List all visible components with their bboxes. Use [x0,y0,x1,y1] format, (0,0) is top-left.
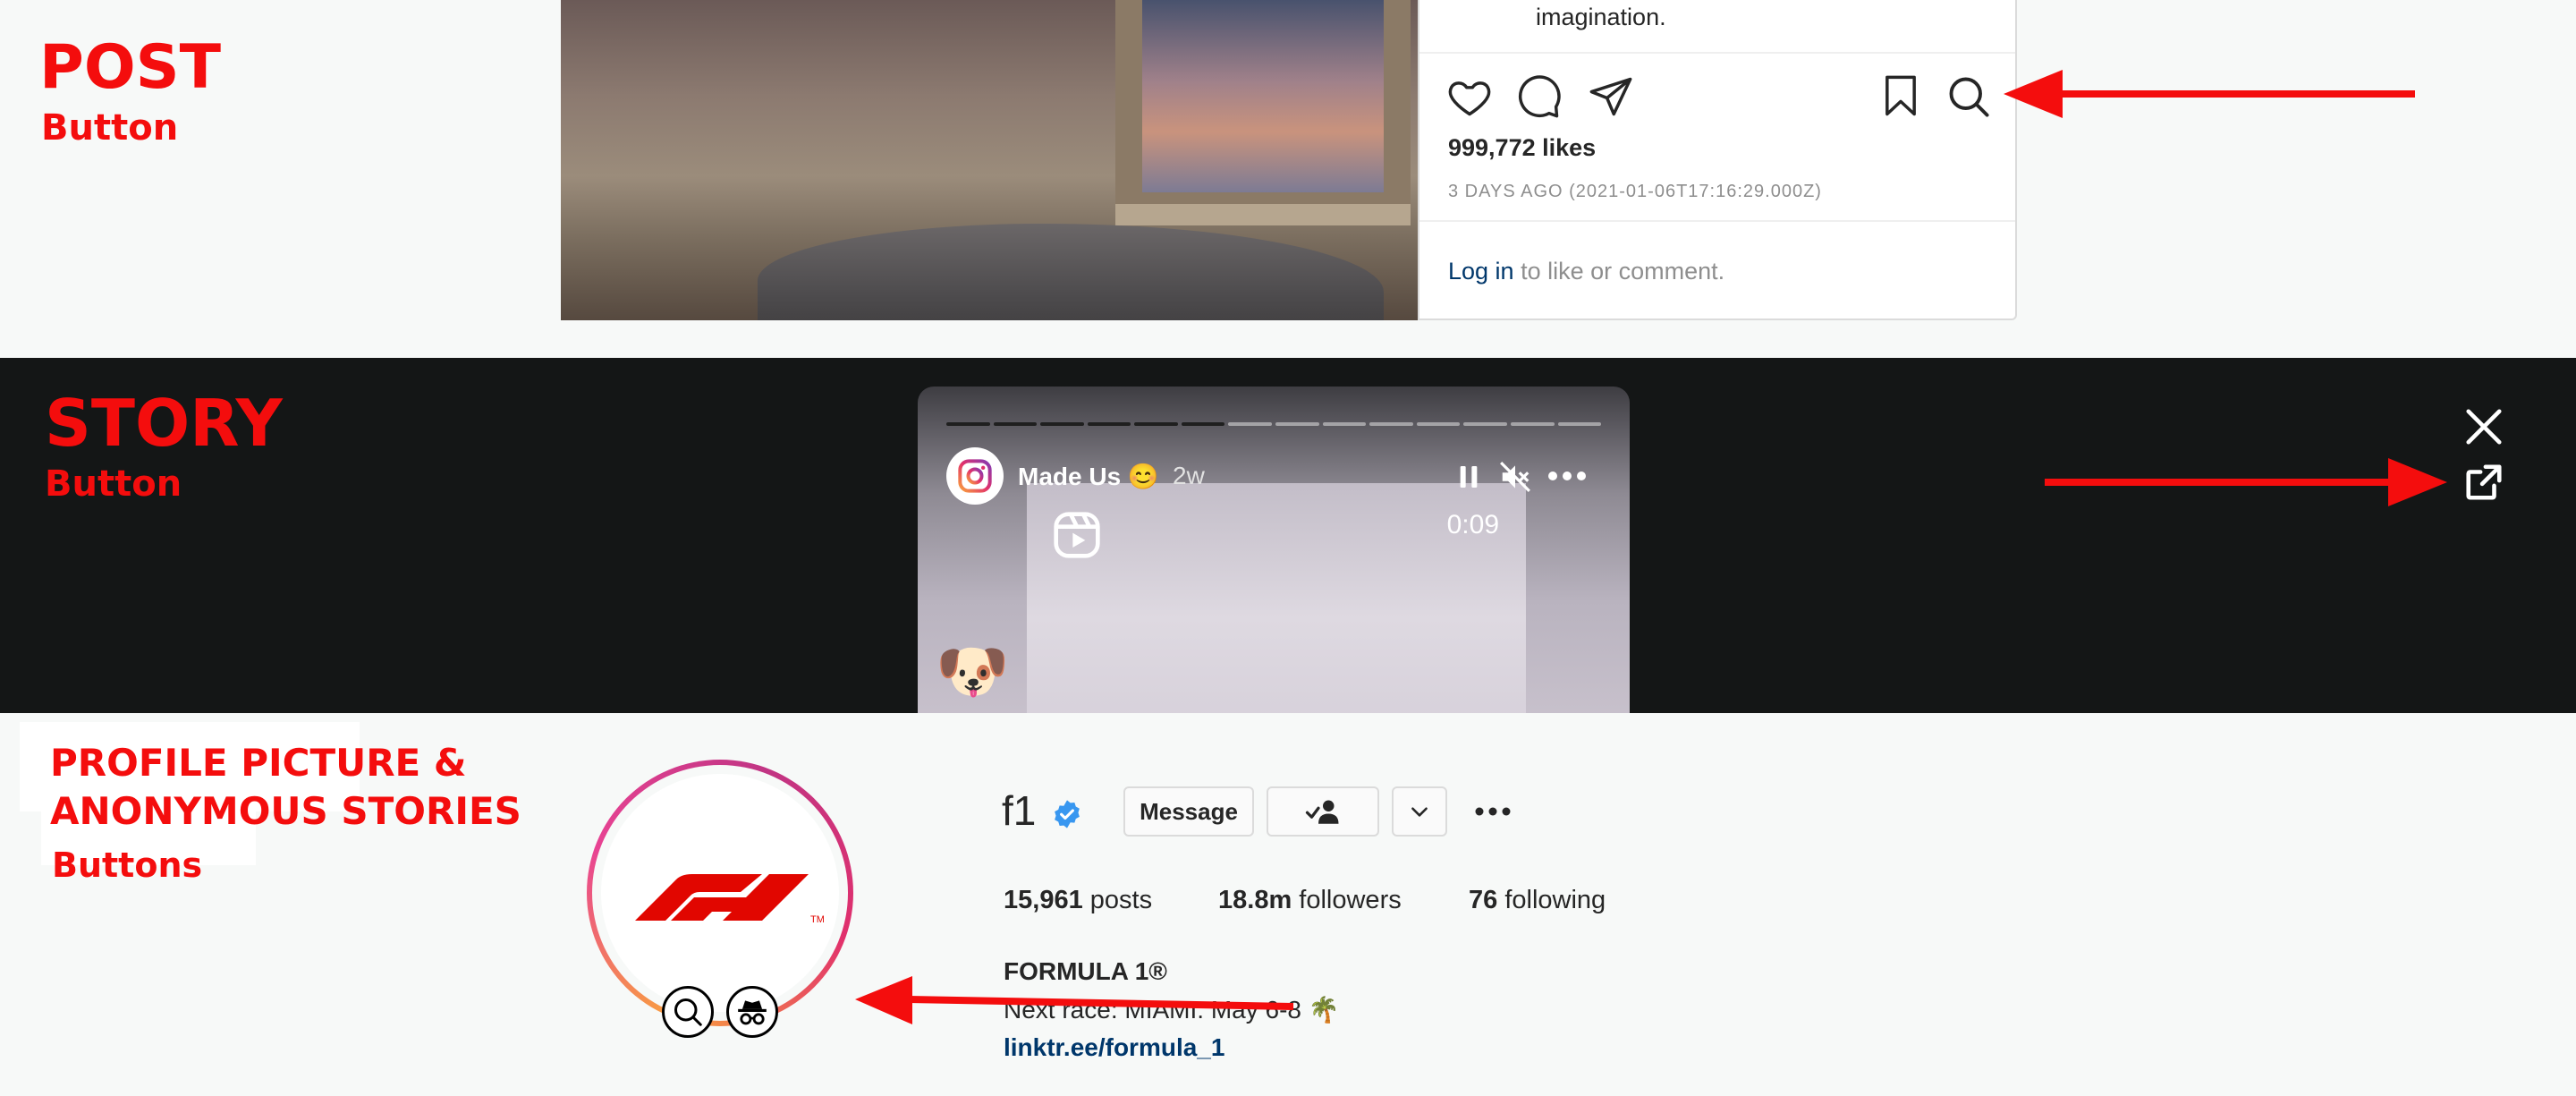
search-icon [674,998,702,1026]
bio-link[interactable]: linktr.ee/formula_1 [1004,1033,1224,1062]
likes-count[interactable]: 999,772 likes [1448,134,1596,162]
story-section: STORY Button 0:09 Made Us 😊 2w 🐶 [0,358,2576,713]
post-section: POST Button imagination. 999,772 likes 3… [0,0,2576,358]
login-link[interactable]: Log in [1448,258,1514,285]
posts-count-value: 15,961 [1004,886,1083,914]
story-progress-segment [993,422,1038,426]
profile-username: f1 [1002,787,1037,834]
chevron-down-icon [1411,807,1428,817]
post-annotation-title: POST [39,32,222,103]
annotation-arrow [855,976,1293,1024]
followers-count[interactable]: 18.8m followers [1218,886,1402,915]
following-button[interactable] [1267,786,1379,837]
post-annotation-subtitle: Button [41,107,179,149]
story-progress-segment [1228,422,1273,426]
following-count-value: 76 [1469,886,1498,914]
story-video[interactable]: 0:09 [1027,483,1526,713]
video-duration: 0:09 [1446,510,1499,540]
message-button[interactable]: Message [1123,786,1254,837]
comment-icon[interactable] [1516,73,1563,120]
instagram-icon [958,459,992,493]
following-count-label: following [1497,886,1606,914]
close-icon[interactable] [2463,406,2504,447]
profile-annotation-line1: PROFILE PICTURE & [50,741,467,785]
reels-icon [1054,512,1100,558]
window-illustration [1115,0,1411,225]
bookmark-icon[interactable] [1877,73,1924,120]
incognito-icon [738,1000,767,1025]
following-icon [1305,800,1339,824]
post-caption: imagination. [1536,4,1666,30]
view-profile-picture-button[interactable] [662,986,714,1038]
profile-picture-ring: TM [587,760,853,1026]
post-panel: imagination. 999,772 likes 3 DAYS AGO (2… [1418,0,2017,320]
story-progress-segment [1275,422,1319,426]
annotation-arrow [2004,70,2415,118]
divider [1419,220,2015,222]
profile-annotation-line2: ANONYMOUS STORIES [50,789,521,833]
search-icon[interactable] [1945,73,1992,120]
anonymous-stories-button[interactable] [726,986,778,1038]
verified-icon [1055,800,1080,828]
story-progress-segment [1087,422,1131,426]
divider [1419,52,2015,54]
followers-count-value: 18.8m [1218,886,1292,914]
bed-illustration [758,224,1384,320]
story-viewer[interactable]: 0:09 Made Us 😊 2w 🐶 [918,387,1630,713]
pause-icon[interactable] [1454,462,1483,492]
profile-picture[interactable]: TM [601,774,839,1012]
login-prompt: Log in to like or comment. [1448,258,1724,285]
more-icon[interactable] [1474,803,1512,820]
login-prompt-text: to like or comment. [1513,258,1725,285]
story-avatar[interactable] [946,447,1004,505]
story-progress-segment [1369,422,1413,426]
more-icon[interactable] [1546,467,1589,485]
mute-icon[interactable] [1497,460,1533,494]
posts-count-label: posts [1082,886,1153,914]
external-link-icon[interactable] [2463,462,2504,503]
followers-count-label: followers [1292,886,1402,914]
post-timestamp: 3 DAYS AGO (2021-01-06T17:16:29.000Z) [1448,182,1822,201]
svg-text:TM: TM [810,914,825,925]
story-annotation-subtitle: Button [45,463,182,505]
story-username[interactable]: Made Us 😊 [1018,462,1159,491]
post-image[interactable] [561,0,1418,320]
story-progress-segment [1416,422,1461,426]
story-progress-segment [946,422,990,426]
story-age: 2w [1173,462,1205,489]
story-progress-segment [1322,422,1367,426]
share-icon[interactable] [1588,73,1634,120]
story-progress-segment [1040,422,1084,426]
story-progress-bar [946,422,1602,428]
story-annotation-title: STORY [45,386,283,461]
story-emoji-sticker: 🐶 [936,637,1010,706]
heart-icon[interactable] [1446,73,1493,120]
story-progress-segment [1557,422,1602,426]
profile-section: PROFILE PICTURE & ANONYMOUS STORIES Butt… [0,713,2576,1096]
story-progress-segment [1463,422,1507,426]
profile-annotation-subtitle: Buttons [52,845,203,885]
posts-count: 15,961 posts [1004,886,1152,915]
f1-logo-icon: TM [635,874,825,925]
suggested-accounts-button[interactable] [1392,786,1447,837]
story-progress-segment [1134,422,1178,426]
story-progress-segment [1510,422,1555,426]
following-count[interactable]: 76 following [1469,886,1606,915]
story-progress-segment [1181,422,1225,426]
annotation-arrow [2045,458,2447,506]
